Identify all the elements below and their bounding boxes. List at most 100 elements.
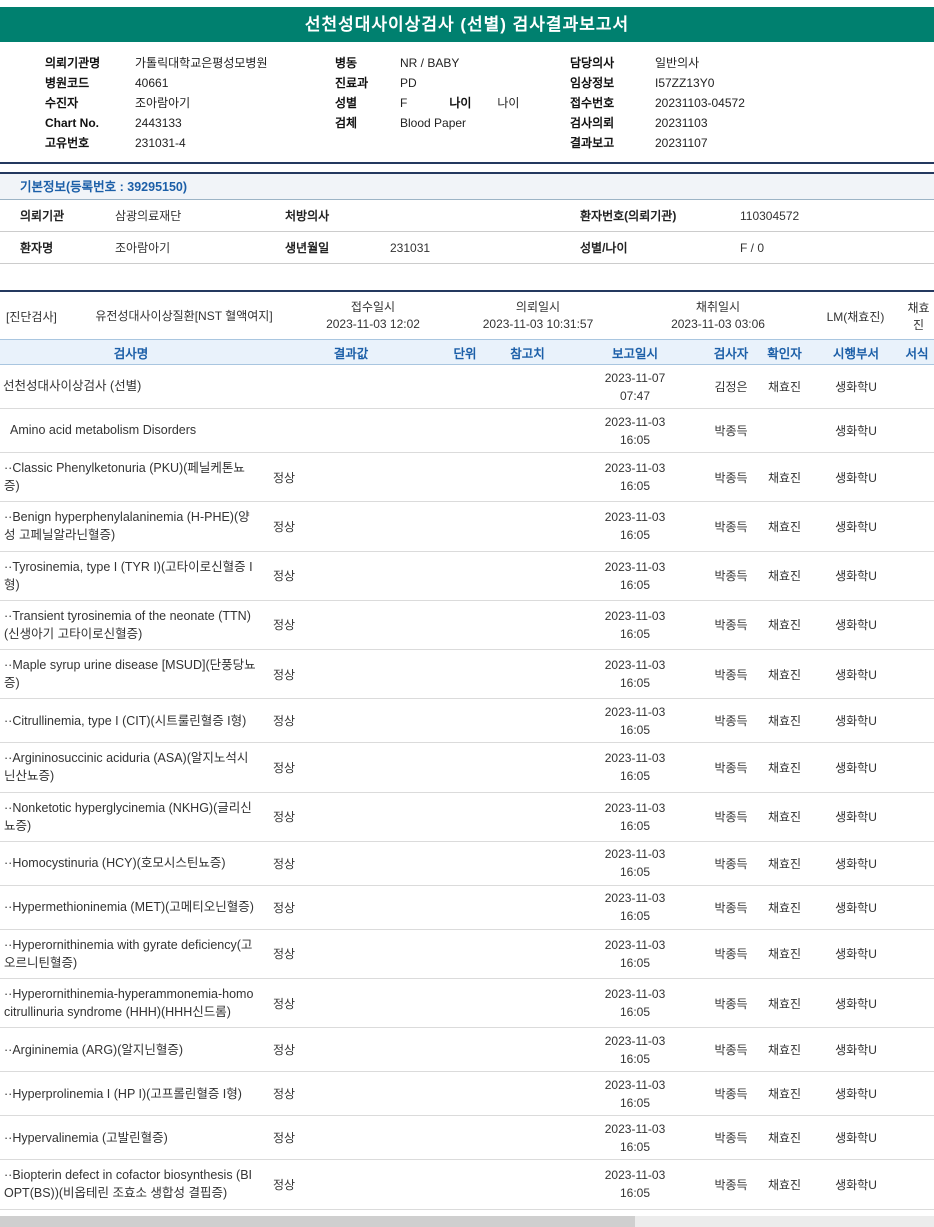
unit-cell (440, 502, 490, 550)
results-table-header: 검사명 결과값 단위 참고치 보고일시 검사자 확인자 시행부서 서식 (0, 339, 934, 365)
info-value: 20231103-04572 (655, 96, 745, 110)
info-label: 검사의뢰 (570, 116, 615, 130)
results-header-cell: 확인자 (767, 346, 802, 361)
report-datetime-cell: 2023-11-03 16:05 (565, 453, 705, 501)
order-tag: [진단검사] (6, 309, 57, 324)
report-datetime-text: 2023-11-03 16:05 (604, 800, 666, 833)
tester-cell: 박종득 (714, 569, 748, 584)
patient-info-column-2: 병동 NR / BABY 진료과 PD 성별 F 나이 나이 검체 Blood Paper (335, 54, 570, 154)
info-field: 결과보고 20231107 (570, 134, 934, 153)
department-cell: 생화학U (835, 1043, 877, 1058)
unit-cell (440, 842, 490, 885)
tester-cell: 박종득 (714, 1177, 748, 1192)
horizontal-scrollbar-thumb[interactable] (0, 1215, 636, 1227)
reference-range-cell (490, 650, 565, 698)
info-value: 20231103 (655, 116, 708, 130)
confirmer-cell: 채효진 (767, 1131, 802, 1146)
reference-range-cell (490, 743, 565, 791)
report-datetime-cell: 2023-11-03 16:05 (565, 502, 705, 550)
unit-cell (440, 453, 490, 501)
report-datetime-text: 2023-11-03 16:05 (604, 704, 666, 737)
tester-cell: 박종득 (714, 714, 748, 729)
reference-range-cell (490, 502, 565, 550)
info-value: 20231107 (655, 136, 708, 150)
test-name-cell: ··Hypermethioninemia (MET)(고메티오닌혈증) (4, 900, 254, 915)
report-datetime-text: 2023-11-03 16:05 (604, 510, 666, 543)
form-cell (900, 1160, 934, 1208)
result-value-cell: 정상 (273, 1043, 296, 1058)
basic-info-row: 환자명 조아람아기 생년월일 231031 성별/나이 F / 0 (0, 232, 934, 264)
results-header-cell: 단위 (453, 346, 477, 361)
confirmer-cell: 채효진 (767, 810, 802, 825)
tester-cell: 박종득 (714, 900, 748, 915)
unit-cell (440, 793, 490, 841)
report-datetime-cell: 2023-11-03 16:05 (565, 1160, 705, 1208)
report-datetime-text: 2023-11-03 16:05 (604, 751, 666, 784)
order-datetime-label: 의뢰일시 (515, 300, 561, 314)
department-cell: 생화학U (835, 996, 877, 1011)
order-datetime-value: 2023-11-03 03:06 (671, 317, 765, 331)
department-cell: 생화학U (835, 519, 877, 534)
report-datetime-text: 2023-11-03 16:05 (604, 1121, 666, 1154)
confirmer-cell: 채효진 (767, 519, 802, 534)
result-value-cell: 정상 (273, 667, 296, 682)
info-label: 접수번호 (570, 96, 615, 110)
table-row: ··Hyperprolinemia I (HP I)(고프롤린혈증 I형) 정상 2… (0, 1072, 934, 1117)
test-name-cell: ··Biopterin defect in cofactor biosynthe… (4, 1168, 253, 1201)
report-datetime-cell: 2023-11-03 16:05 (565, 552, 705, 600)
info-field: 검체 Blood Paper (335, 114, 570, 133)
report-datetime-text: 2023-11-03 16:05 (604, 1077, 666, 1110)
result-value-cell: 정상 (273, 618, 296, 633)
report-datetime-text: 2023-11-03 16:05 (604, 1033, 666, 1066)
basic-info-title: 기본정보(등록번호 : 39295150) (20, 180, 188, 194)
form-cell (900, 886, 934, 929)
confirmer-cell: 채효진 (767, 947, 802, 962)
table-row: ··Transient tyrosinemia of the neonate (… (0, 601, 934, 650)
info-label: 의뢰기관명 (45, 56, 101, 70)
reference-range-cell (490, 365, 565, 408)
info-label: 수진자 (45, 96, 79, 110)
form-cell (900, 979, 934, 1027)
department-cell: 생화학U (835, 1131, 877, 1146)
reference-range-cell (490, 979, 565, 1027)
result-value-cell: 정상 (273, 760, 296, 775)
info-field: 의뢰기관명 가톨릭대학교은평성모병원 (45, 54, 335, 73)
tester-cell: 박종득 (714, 947, 748, 962)
result-value-cell: 정상 (273, 810, 296, 825)
info-field: 병동 NR / BABY (335, 54, 570, 73)
confirmer-cell: 채효진 (767, 996, 802, 1011)
report-datetime-cell: 2023-11-03 16:05 (565, 979, 705, 1027)
department-cell: 생화학U (835, 380, 877, 394)
report-datetime-text: 2023-11-03 16:05 (604, 891, 666, 924)
form-cell (900, 601, 934, 649)
reference-range-cell (490, 930, 565, 978)
horizontal-scrollbar[interactable] (0, 1215, 934, 1227)
department-cell: 생화학U (835, 618, 877, 633)
unit-cell (440, 650, 490, 698)
info-value: 2443133 (135, 116, 182, 130)
basic-info-table: 의뢰기관 삼광의료재단 처방의사 환자번호(의뢰기관) 110304572 환자명 조아람아… (0, 200, 934, 264)
basic-info-row: 의뢰기관 삼광의료재단 처방의사 환자번호(의뢰기관) 110304572 (0, 200, 934, 232)
report-datetime-cell: 2023-11-03 16:05 (565, 601, 705, 649)
confirmer-cell: 채효진 (767, 760, 802, 775)
info-label: 결과보고 (570, 136, 615, 150)
unit-cell (440, 365, 490, 408)
info-value: 조아람아기 (135, 96, 191, 110)
unit-cell (440, 979, 490, 1027)
info-label: 검체 (335, 116, 358, 130)
reference-range-cell (490, 453, 565, 501)
unit-cell (440, 886, 490, 929)
info-field: 수진자 조아람아기 (45, 94, 335, 113)
info-field: 성별 F 나이 나이 (335, 94, 570, 113)
tester-cell: 박종득 (714, 856, 748, 871)
table-row: ··Argininemia (ARG)(알지닌혈증) 정상 2023-11-03 1… (0, 1028, 934, 1073)
report-datetime-text: 2023-11-03 16:05 (604, 1168, 666, 1201)
results-header-cell: 결과값 (333, 346, 369, 361)
reference-range-cell (490, 793, 565, 841)
results-header-cell: 시행부서 (832, 346, 879, 361)
info-label: 고유번호 (45, 136, 90, 150)
tester-cell: 박종득 (714, 470, 748, 485)
order-confirmer: 채효진 (907, 301, 930, 332)
patient-info-column-1: 의뢰기관명 가톨릭대학교은평성모병원 병원코드 40661 수진자 조아람아기 Chart … (45, 54, 335, 154)
reference-range-cell (490, 601, 565, 649)
